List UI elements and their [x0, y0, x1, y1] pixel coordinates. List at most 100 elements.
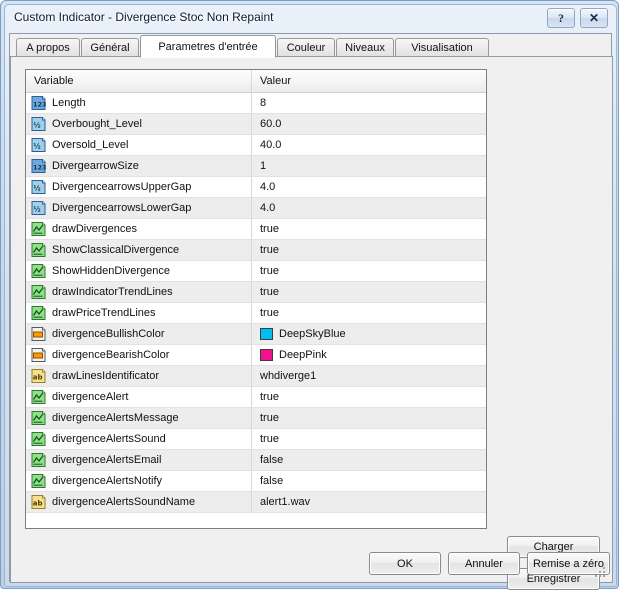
table-row[interactable]: divergenceAlertsSound true	[26, 429, 486, 450]
table-row[interactable]: divergenceAlertsMessage true	[26, 408, 486, 429]
table-row[interactable]: divergenceAlertsNotify false	[26, 471, 486, 492]
ok-button-label: OK	[397, 557, 413, 570]
parameter-value: 4.0	[260, 181, 276, 193]
double-icon: ½	[31, 138, 46, 152]
tab-visualisation[interactable]: Visualisation	[395, 38, 489, 57]
table-row[interactable]: ab drawLinesIdentificator whdiverge1	[26, 366, 486, 387]
parameter-value: whdiverge1	[260, 370, 317, 382]
parameter-name: drawLinesIdentificator	[52, 370, 160, 382]
table-row[interactable]: divergenceBearishColor DeepPink	[26, 345, 486, 366]
table-body: 123 Length 8 ½ Overbought_Level 60.0 ½ Overso…	[26, 93, 486, 513]
parameter-value: false	[260, 475, 284, 487]
parameter-value-cell[interactable]: 4.0	[251, 177, 486, 197]
parameter-value-cell[interactable]: whdiverge1	[251, 366, 486, 386]
table-row[interactable]: drawIndicatorTrendLines true	[26, 282, 486, 303]
parameter-value-cell[interactable]: true	[251, 303, 486, 323]
table-row[interactable]: drawDivergences true	[26, 219, 486, 240]
parameter-value: DeepPink	[279, 349, 327, 361]
help-button[interactable]: ?	[547, 8, 575, 28]
table-row[interactable]: ab divergenceAlertsSoundName alert1.wav	[26, 492, 486, 513]
parameters-table[interactable]: Variable Valeur 123 Length 8 ½ Overbought_L…	[25, 69, 487, 529]
parameter-value: true	[260, 391, 279, 403]
tab-label: Couleur	[286, 42, 326, 54]
title-bar[interactable]: Custom Indicator - Divergence Stoc Non R…	[5, 5, 616, 31]
resize-grip-icon[interactable]	[595, 567, 607, 579]
question-mark-icon: ?	[558, 10, 564, 25]
table-row[interactable]: drawPriceTrendLines true	[26, 303, 486, 324]
parameter-name: Oversold_Level	[52, 139, 129, 151]
parameter-name-cell: divergenceBearishColor	[26, 345, 251, 365]
parameter-value: true	[260, 244, 279, 256]
table-row[interactable]: 123 Length 8	[26, 93, 486, 114]
tab-a-propos[interactable]: A propos	[16, 38, 80, 57]
svg-text:½: ½	[33, 143, 40, 151]
parameter-value-cell[interactable]: 40.0	[251, 135, 486, 155]
parameter-value-cell[interactable]: true	[251, 408, 486, 428]
tab-parametres-d-entr-e[interactable]: Parametres d'entrée	[140, 35, 276, 58]
string-icon: ab	[31, 495, 46, 509]
table-header-row: Variable Valeur	[26, 70, 486, 93]
parameter-name: divergenceAlert	[52, 391, 129, 403]
table-row[interactable]: divergenceAlert true	[26, 387, 486, 408]
parameter-value-cell[interactable]: 60.0	[251, 114, 486, 134]
parameter-name-cell: ab divergenceAlertsSoundName	[26, 492, 251, 512]
reset-button-label: Remise a zéro	[533, 557, 604, 570]
parameter-name-cell: ShowClassicalDivergence	[26, 240, 251, 260]
bool-icon	[31, 474, 46, 488]
close-button[interactable]: ✕	[580, 8, 608, 28]
table-row[interactable]: divergenceAlertsEmail false	[26, 450, 486, 471]
parameter-value-cell[interactable]: false	[251, 471, 486, 491]
parameter-value: true	[260, 307, 279, 319]
parameter-value-cell[interactable]: alert1.wav	[251, 492, 486, 512]
parameter-name-cell: divergenceAlertsSound	[26, 429, 251, 449]
parameter-value-cell[interactable]: true	[251, 429, 486, 449]
parameter-name-cell: ShowHiddenDivergence	[26, 261, 251, 281]
tab-label: Visualisation	[411, 42, 473, 54]
parameter-value-cell[interactable]: 4.0	[251, 198, 486, 218]
svg-text:123: 123	[33, 101, 46, 109]
table-row[interactable]: ½ Oversold_Level 40.0	[26, 135, 486, 156]
tab-strip: A propos Général Parametres d'entrée Couleu…	[10, 34, 613, 58]
parameter-value: DeepSkyBlue	[279, 328, 346, 340]
parameter-value: 40.0	[260, 139, 282, 151]
bool-icon	[31, 453, 46, 467]
bool-icon	[31, 243, 46, 257]
parameter-value: true	[260, 223, 279, 235]
tab-g-n-ral[interactable]: Général	[81, 38, 139, 57]
parameter-value-cell[interactable]: DeepPink	[251, 345, 486, 365]
parameter-value-cell[interactable]: true	[251, 282, 486, 302]
string-icon: ab	[31, 369, 46, 383]
parameter-name: divergenceAlertsMessage	[52, 412, 179, 424]
parameter-name: divergenceBearishColor	[52, 349, 170, 361]
parameter-value-cell[interactable]: true	[251, 261, 486, 281]
table-row[interactable]: divergenceBullishColor DeepSkyBlue	[26, 324, 486, 345]
bool-icon	[31, 432, 46, 446]
double-icon: ½	[31, 117, 46, 131]
parameter-value-cell[interactable]: true	[251, 219, 486, 239]
dialog-window: Custom Indicator - Divergence Stoc Non R…	[0, 0, 619, 590]
double-icon: ½	[31, 201, 46, 215]
parameter-value: true	[260, 412, 279, 424]
parameter-value-cell[interactable]: true	[251, 240, 486, 260]
parameter-name: ShowClassicalDivergence	[52, 244, 180, 256]
tab-niveaux[interactable]: Niveaux	[336, 38, 394, 57]
table-row[interactable]: 123 DivergearrowSize 1	[26, 156, 486, 177]
table-row[interactable]: ShowClassicalDivergence true	[26, 240, 486, 261]
table-row[interactable]: ½ DivergencearrowsLowerGap 4.0	[26, 198, 486, 219]
parameter-value-cell[interactable]: true	[251, 387, 486, 407]
parameter-value-cell[interactable]: 8	[251, 93, 486, 113]
parameter-name-cell: ½ Overbought_Level	[26, 114, 251, 134]
tab-couleur[interactable]: Couleur	[277, 38, 335, 57]
table-row[interactable]: ½ Overbought_Level 60.0	[26, 114, 486, 135]
table-row[interactable]: ShowHiddenDivergence true	[26, 261, 486, 282]
parameter-value-cell[interactable]: 1	[251, 156, 486, 176]
parameter-value-cell[interactable]: DeepSkyBlue	[251, 324, 486, 344]
cancel-button[interactable]: Annuler	[448, 552, 520, 575]
parameter-name-cell: drawIndicatorTrendLines	[26, 282, 251, 302]
table-row[interactable]: ½ DivergencearrowsUpperGap 4.0	[26, 177, 486, 198]
window-title: Custom Indicator - Divergence Stoc Non R…	[14, 10, 274, 24]
close-icon: ✕	[588, 10, 600, 25]
ok-button[interactable]: OK	[369, 552, 441, 575]
parameter-value-cell[interactable]: false	[251, 450, 486, 470]
svg-text:½: ½	[33, 122, 40, 130]
